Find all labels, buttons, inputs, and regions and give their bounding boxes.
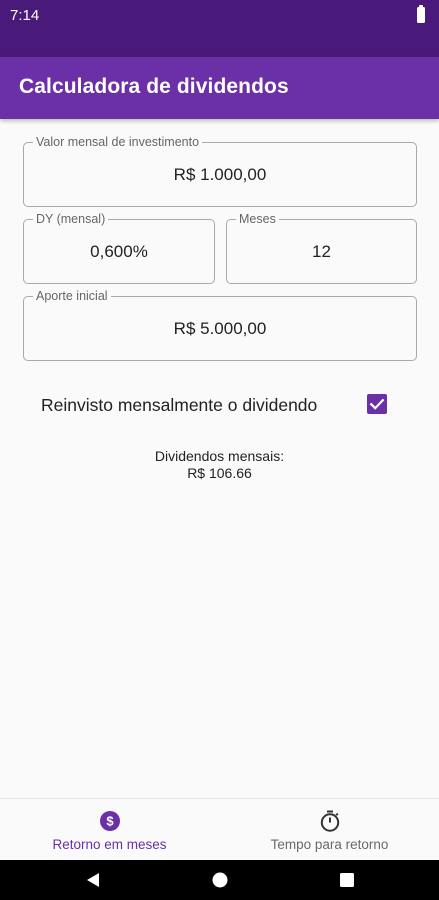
dy-value[interactable]: 0,600%	[24, 220, 214, 283]
valor-mensal-value[interactable]: R$ 1.000,00	[24, 143, 416, 206]
aporte-inicial-field[interactable]: Aporte inicial R$ 5.000,00	[23, 288, 417, 361]
page-title: Calculadora de dividendos	[19, 75, 289, 98]
nav-retorno-label: Retorno em meses	[52, 837, 167, 852]
dy-field[interactable]: DY (mensal) 0,600%	[23, 211, 215, 284]
screen: 7:14 Calculadora de dividendos Valor men…	[0, 0, 439, 900]
nav-tempo-para-retorno[interactable]: Tempo para retorno	[220, 799, 439, 861]
dollar-circle-icon: $	[99, 811, 120, 831]
home-icon[interactable]	[210, 870, 230, 890]
reinvest-checkbox[interactable]	[367, 394, 387, 414]
checkmark-icon	[369, 398, 385, 410]
bottom-navigation: $ Retorno em meses Tempo para retorno	[0, 798, 439, 860]
status-bar: 7:14	[0, 0, 439, 57]
reinvest-label: Reinvisto mensalmente o dividendo	[41, 395, 318, 415]
svg-text:$: $	[106, 814, 114, 829]
app-bar: Calculadora de dividendos	[0, 57, 439, 119]
battery-icon	[417, 5, 425, 23]
aporte-inicial-value[interactable]: R$ 5.000,00	[24, 297, 416, 360]
nav-retorno-em-meses[interactable]: $ Retorno em meses	[0, 799, 219, 861]
nav-tempo-label: Tempo para retorno	[270, 837, 389, 852]
system-navigation-bar	[0, 860, 439, 900]
stopwatch-icon	[320, 810, 339, 832]
valor-mensal-field[interactable]: Valor mensal de investimento R$ 1.000,00	[23, 134, 417, 207]
back-icon[interactable]	[83, 870, 103, 890]
dividendos-value: R$ 106.66	[187, 465, 252, 481]
status-time: 7:14	[10, 7, 40, 24]
dividendos-title: Dividendos mensais:	[154, 448, 285, 464]
meses-field[interactable]: Meses 12	[226, 211, 417, 284]
recents-icon[interactable]	[337, 870, 357, 890]
meses-value[interactable]: 12	[227, 220, 416, 283]
